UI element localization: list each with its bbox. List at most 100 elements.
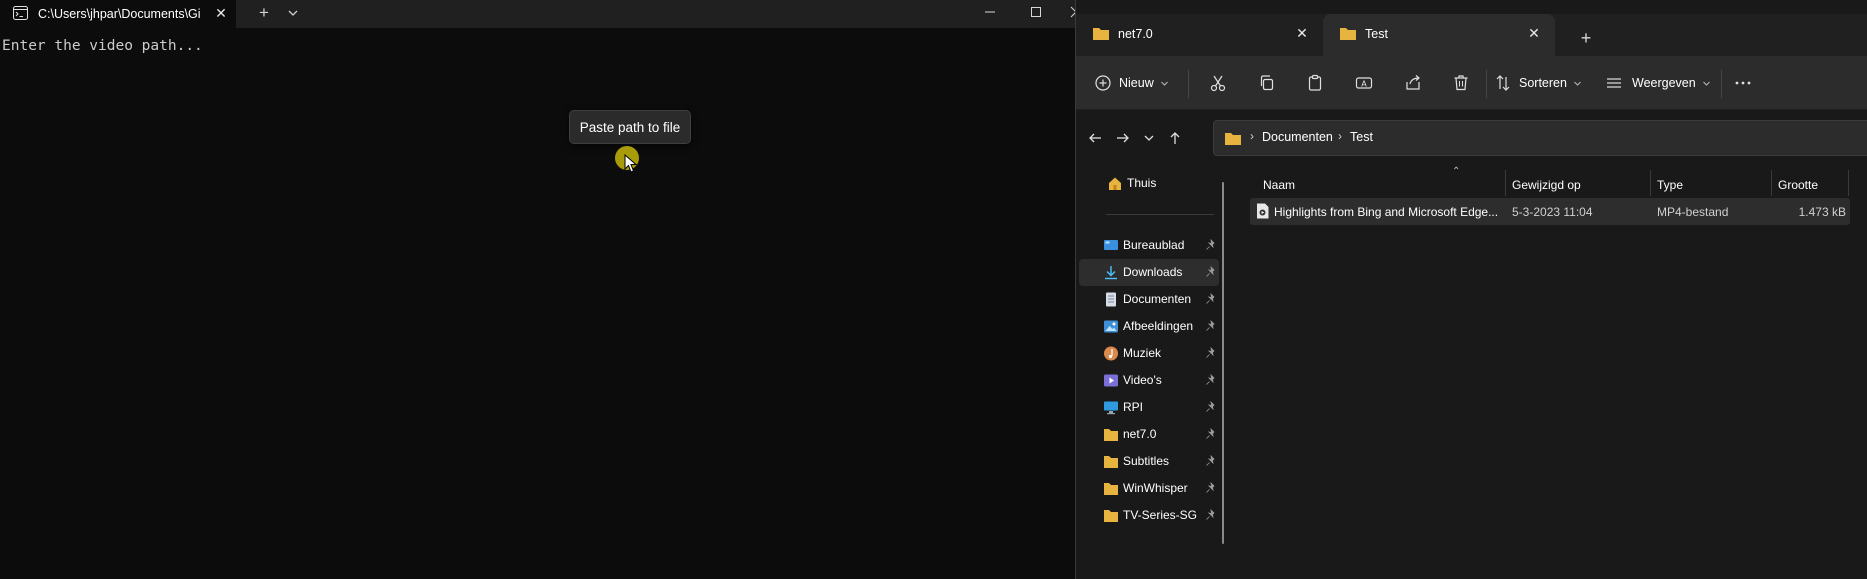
sidebar-item-subtitles[interactable]: Subtitles (1079, 448, 1219, 475)
recent-locations-button[interactable] (1138, 128, 1160, 148)
sort-icon (1496, 75, 1510, 91)
mouse-cursor-icon (624, 154, 638, 173)
download-icon (1105, 266, 1117, 280)
new-label: Nieuw (1119, 76, 1154, 90)
column-header-size[interactable]: Grootte (1778, 178, 1818, 192)
file-list: ⌃ Naam Gewijzigd op Type Grootte Highlig… (1246, 166, 1867, 579)
terminal-tab-bar: C:\Users\jhpar\Documents\Gi ✕ + (0, 0, 1082, 28)
share-button[interactable] (1403, 71, 1423, 95)
new-tab-icon[interactable]: + (1576, 28, 1596, 48)
pin-icon (1206, 347, 1215, 358)
arrow-left-icon (1089, 133, 1101, 143)
sidebar-item-rpi[interactable]: RPI (1079, 394, 1219, 421)
delete-button[interactable] (1451, 71, 1471, 95)
breadcrumb-documenten[interactable]: Documenten (1262, 130, 1333, 144)
nav-scrollbar[interactable] (1222, 182, 1224, 544)
new-button[interactable]: Nieuw (1093, 71, 1169, 95)
sidebar-item-tv-series-sg[interactable]: TV-Series-SG (1079, 502, 1219, 529)
computer-icon (1104, 401, 1118, 415)
sidebar-item-videos[interactable]: Video's (1079, 367, 1219, 394)
copy-icon (1260, 75, 1274, 91)
explorer-tab-label: net7.0 (1118, 27, 1153, 41)
sidebar-item-afbeeldingen[interactable]: Afbeeldingen (1079, 313, 1219, 340)
rename-button[interactable]: A (1354, 71, 1374, 95)
pin-icon (1206, 239, 1215, 250)
more-options-button[interactable] (1733, 71, 1753, 95)
sidebar-item-label: Downloads (1123, 265, 1183, 279)
close-tab-icon[interactable]: ✕ (1526, 25, 1542, 42)
scissors-icon (1210, 75, 1226, 92)
up-button[interactable] (1164, 128, 1186, 148)
sidebar-item-label: Documenten (1123, 292, 1192, 306)
file-type: MP4-bestand (1657, 205, 1729, 219)
navigation-pane: Thuis Bureaublad Downloads Documenten Af… (1076, 166, 1224, 579)
breadcrumb-test[interactable]: Test (1350, 130, 1373, 144)
plus-circle-icon (1095, 75, 1111, 91)
sort-button[interactable]: Sorteren (1493, 71, 1582, 95)
terminal-tab-title: C:\Users\jhpar\Documents\Gi (38, 7, 201, 21)
table-row[interactable]: Highlights from Bing and Microsoft Edge.… (1250, 198, 1850, 225)
column-divider[interactable] (1505, 170, 1506, 196)
explorer-tab-net7[interactable]: net7.0 ✕ (1076, 14, 1321, 56)
sidebar-item-home[interactable]: Thuis (1079, 170, 1219, 197)
column-divider[interactable] (1771, 170, 1772, 196)
video-icon (1104, 374, 1118, 387)
column-divider[interactable] (1848, 170, 1849, 196)
sidebar-item-label: Bureaublad (1123, 238, 1185, 252)
close-tab-icon[interactable]: ✕ (214, 5, 228, 21)
folder-icon (1104, 456, 1118, 468)
video-file-icon (1257, 203, 1269, 219)
view-button[interactable]: Weergeven (1604, 71, 1711, 95)
rename-icon: A (1355, 77, 1373, 89)
cut-button[interactable] (1208, 71, 1228, 95)
file-name: Highlights from Bing and Microsoft Edge.… (1274, 205, 1499, 219)
new-tab-icon[interactable]: + (255, 3, 273, 23)
tooltip: Paste path to file (569, 110, 691, 144)
sidebar-item-winwhisper[interactable]: WinWhisper (1079, 475, 1219, 502)
column-divider[interactable] (1650, 170, 1651, 196)
chevron-right-icon: › (1338, 129, 1342, 143)
share-icon (1406, 75, 1420, 90)
sidebar-item-label: WinWhisper (1123, 481, 1188, 495)
sidebar-item-documenten[interactable]: Documenten (1079, 286, 1219, 313)
terminal-window: C:\Users\jhpar\Documents\Gi ✕ + Enter th… (0, 0, 1082, 579)
column-header-modified[interactable]: Gewijzigd op (1512, 178, 1581, 192)
copy-button[interactable] (1257, 71, 1277, 95)
paste-button[interactable] (1305, 71, 1325, 95)
arrow-up-icon (1170, 132, 1180, 144)
minimize-icon[interactable] (967, 0, 1013, 24)
sidebar-item-label: RPI (1123, 400, 1144, 414)
pin-icon (1206, 482, 1215, 493)
forward-button[interactable] (1112, 128, 1134, 148)
sidebar-item-net7[interactable]: net7.0 (1079, 421, 1219, 448)
pin-icon (1206, 401, 1215, 412)
sidebar-item-muziek[interactable]: Muziek (1079, 340, 1219, 367)
sidebar-item-bureaublad[interactable]: Bureaublad (1079, 232, 1219, 259)
nav-divider (1106, 214, 1214, 215)
column-header-type[interactable]: Type (1657, 178, 1683, 192)
close-tab-icon[interactable]: ✕ (1294, 25, 1310, 42)
pin-icon (1206, 266, 1215, 277)
arrow-right-icon (1117, 133, 1129, 143)
maximize-icon[interactable] (1013, 0, 1059, 24)
sidebar-item-label: Thuis (1127, 176, 1157, 190)
pin-icon (1206, 320, 1215, 331)
view-list-icon (1607, 78, 1621, 88)
pin-icon (1206, 455, 1215, 466)
pin-icon (1206, 428, 1215, 439)
terminal-tab[interactable]: C:\Users\jhpar\Documents\Gi ✕ (0, 0, 236, 28)
back-button[interactable] (1084, 128, 1106, 148)
toolbar-divider (1486, 70, 1487, 98)
explorer-tab-test[interactable]: Test ✕ (1323, 14, 1555, 56)
column-header-name[interactable]: Naam (1263, 178, 1295, 192)
address-bar[interactable]: › Documenten › Test (1213, 120, 1867, 156)
terminal-output[interactable]: Enter the video path... (2, 38, 203, 54)
sidebar-item-label: Subtitles (1123, 454, 1170, 468)
document-icon (1106, 292, 1116, 307)
chevron-down-icon[interactable] (285, 5, 301, 21)
sidebar-item-downloads[interactable]: Downloads (1079, 259, 1219, 286)
folder-icon (1104, 510, 1118, 522)
chevron-down-icon (1702, 81, 1710, 86)
chevron-right-icon: › (1250, 129, 1254, 143)
folder-icon (1104, 483, 1118, 495)
